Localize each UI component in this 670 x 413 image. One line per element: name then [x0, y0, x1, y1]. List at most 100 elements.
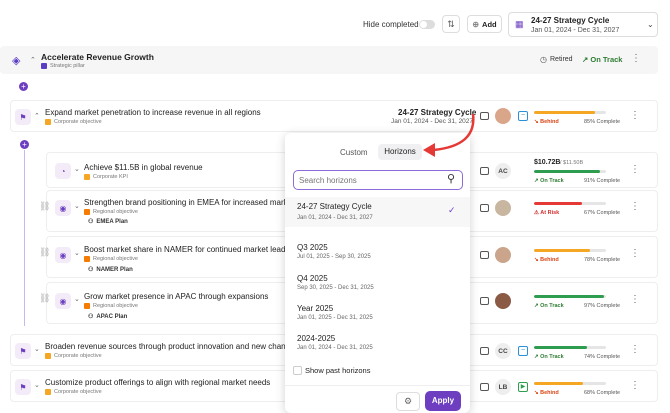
horizon-selector[interactable]: ▦ 24-27 Strategy Cycle Jan 01, 2024 - De… [508, 12, 658, 37]
gear-icon: ⚙ [403, 396, 413, 406]
add-child-button[interactable]: + [19, 82, 28, 91]
plan-icon: ⚇ [88, 219, 94, 225]
settings-button[interactable]: ⚙ [396, 392, 420, 411]
type-swatch [45, 119, 51, 125]
chevron-up-icon[interactable]: ⌃ [34, 112, 40, 120]
row-menu-icon[interactable]: ⋮ [630, 111, 640, 121]
pillar-type-swatch [41, 63, 47, 69]
link-icon: ⛓ [39, 293, 51, 303]
progress-bar [534, 295, 606, 298]
tab-custom[interactable]: Custom [340, 148, 368, 157]
avatar [495, 293, 511, 309]
row-menu-icon[interactable]: ⋮ [630, 165, 640, 175]
row-title: Broaden revenue sources through product … [45, 342, 286, 351]
horizon-option-selected[interactable]: 24-27 Strategy Cycle Jan 01, 2024 - Dec … [285, 197, 470, 227]
search-input[interactable] [299, 174, 439, 186]
chevron-down-icon[interactable]: ⌄ [34, 345, 40, 353]
link-icon[interactable]: − [518, 346, 528, 356]
chevron-down-icon[interactable]: ⌄ [74, 165, 80, 173]
chevron-up-icon[interactable]: ⌃ [30, 56, 36, 64]
row-menu-icon[interactable]: ⋮ [630, 381, 640, 391]
horizon-option-dates: Jan 01, 2024 - Dec 31, 2025 [297, 345, 373, 351]
horizon-option[interactable]: Year 2025 Jan 01, 2025 - Dec 31, 2025 [297, 304, 373, 321]
checkmark-icon: ✓ [448, 205, 456, 215]
annotation-arrow [423, 113, 475, 157]
progress-fill [534, 202, 583, 205]
horizon-option[interactable]: 2024-2025 Jan 01, 2024 - Dec 31, 2025 [297, 334, 373, 351]
row-title: Boost market share in NAMER for continue… [84, 245, 286, 254]
pillar-type: Strategic pillar [50, 63, 85, 69]
row-title: Strengthen brand positioning in EMEA for… [84, 198, 286, 207]
hide-completed-label: Hide completed [363, 20, 419, 29]
plan-label: APAC Plan [96, 313, 128, 320]
comment-icon[interactable] [480, 383, 489, 391]
search-box[interactable]: ⚲ [293, 170, 463, 190]
horizon-option-title: 24-27 Strategy Cycle [297, 202, 372, 211]
objective-row-main[interactable]: ⚑ ⌃ Expand market penetration to increas… [10, 100, 658, 132]
chevron-down-icon[interactable]: ⌄ [74, 295, 80, 303]
chevron-down-icon[interactable]: ⌄ [74, 249, 80, 257]
chevron-down-icon[interactable]: ⌄ [74, 202, 80, 210]
row-title: Grow market presence in APAC through exp… [84, 292, 269, 301]
row-type: Regional objective [93, 209, 138, 215]
row-menu-icon[interactable]: ⋮ [630, 202, 640, 212]
row-menu-icon[interactable]: ⋮ [630, 249, 640, 259]
add-button[interactable]: ⊕ Add [467, 15, 502, 33]
pillar-menu-icon[interactable]: ⋮ [631, 54, 641, 64]
comment-icon[interactable] [480, 204, 489, 212]
objective-icon: ◉ [55, 293, 71, 309]
horizon-dropdown: Custom Horizons ⚲ 24-27 Strategy Cycle J… [285, 133, 470, 413]
horizon-option-title: Q4 2025 [297, 274, 328, 283]
chevron-down-icon[interactable]: ⌄ [34, 381, 40, 389]
percent-complete: 74% Complete [584, 354, 621, 360]
comment-icon[interactable] [480, 112, 489, 120]
pillar-row[interactable]: ◈ ⌃ Accelerate Revenue Growth Strategic … [0, 46, 658, 74]
progress-bar [534, 346, 606, 349]
play-icon[interactable]: ▶ [518, 382, 528, 392]
show-past-checkbox[interactable] [293, 366, 302, 375]
row-menu-icon[interactable]: ⋮ [630, 295, 640, 305]
horizon-option-dates: Sep 30, 2025 - Dec 31, 2025 [297, 285, 374, 291]
add-label: Add [482, 19, 497, 29]
horizon-dates: Jan 01, 2024 - Dec 31, 2027 [531, 27, 620, 34]
progress-fill [534, 249, 591, 252]
status-label: ↗ On Track [534, 178, 564, 184]
percent-complete: 97% Complete [584, 303, 621, 309]
row-title: Achieve $11.5B in global revenue [84, 163, 203, 172]
avatar [495, 247, 511, 263]
progress-bar [534, 249, 606, 252]
kpi-target: / $11.50B [560, 160, 584, 166]
objective-icon: ⚑ [15, 343, 31, 359]
comment-icon[interactable] [480, 167, 489, 175]
add-child-button[interactable]: + [20, 140, 29, 149]
plan-icon: ⚇ [88, 314, 94, 320]
show-past-label[interactable]: Show past horizons [305, 366, 370, 375]
avatar [495, 200, 511, 216]
progress-bar [534, 382, 606, 385]
horizon-option[interactable]: Q3 2025 Jul 01, 2025 - Sep 30, 2025 [297, 243, 371, 260]
avatar: CC [495, 343, 511, 359]
apply-button[interactable]: Apply [425, 391, 461, 411]
status-label: ↗ On Track [534, 354, 564, 360]
comment-icon[interactable] [480, 347, 489, 355]
status-label: ⚠ At Risk [534, 210, 560, 216]
horizon-option[interactable]: Q4 2025 Sep 30, 2025 - Dec 31, 2025 [297, 274, 374, 291]
horizon-option-title: 2024-2025 [297, 334, 336, 343]
pillar-icon: ◈ [12, 55, 21, 67]
sort-button[interactable]: ⇅ [442, 15, 460, 33]
divider [285, 385, 470, 386]
comment-icon[interactable] [480, 251, 489, 259]
plan-label: NAMER Plan [96, 266, 133, 273]
horizon-option-dates: Jul 01, 2025 - Sep 30, 2025 [297, 254, 371, 260]
type-swatch [84, 174, 90, 180]
retired-icon: ◷ [540, 55, 547, 64]
search-icon: ⚲ [447, 173, 456, 185]
hide-completed-toggle[interactable] [419, 20, 435, 29]
row-type: Regional objective [93, 303, 138, 309]
status-label: ↘ Behind [534, 390, 559, 396]
status-label: ↘ Behind [534, 119, 559, 125]
link-icon[interactable]: − [518, 111, 528, 121]
row-menu-icon[interactable]: ⋮ [630, 345, 640, 355]
comment-icon[interactable] [480, 297, 489, 305]
percent-complete: 91% Complete [584, 178, 621, 184]
